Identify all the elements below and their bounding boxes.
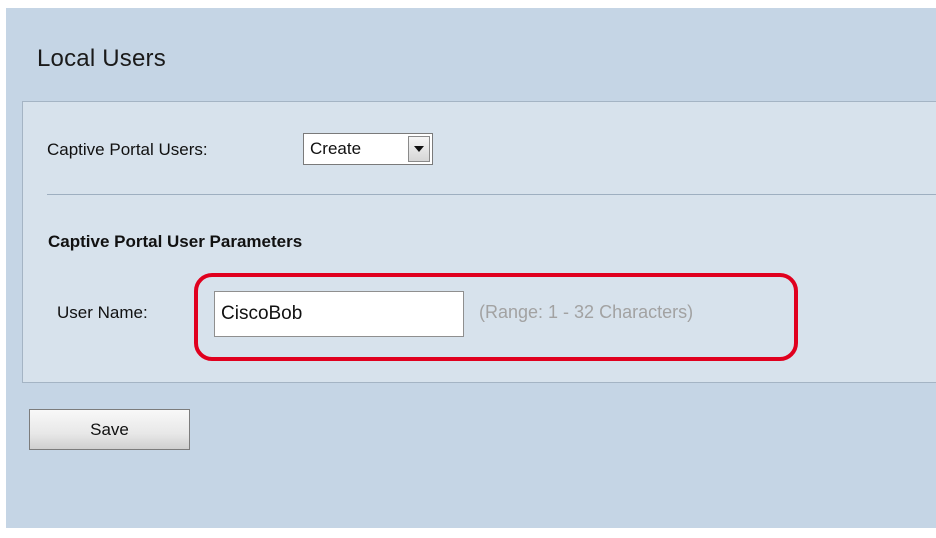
- content-area: Local Users Captive Portal Users: Create…: [6, 8, 936, 528]
- captive-portal-users-select[interactable]: Create: [303, 133, 433, 165]
- captive-portal-users-label: Captive Portal Users:: [47, 140, 208, 159]
- save-button[interactable]: Save: [29, 409, 190, 450]
- user-name-input[interactable]: [214, 291, 464, 337]
- parameters-heading: Captive Portal User Parameters: [48, 232, 303, 251]
- range-hint: (Range: 1 - 32 Characters): [479, 302, 694, 322]
- settings-panel: Captive Portal Users: Create Captive Por…: [22, 101, 936, 383]
- page-title: Local Users: [37, 45, 166, 72]
- section-divider: [47, 194, 936, 195]
- captive-portal-users-selected-value: Create: [310, 139, 362, 158]
- user-name-label: User Name:: [57, 303, 148, 322]
- chevron-down-icon[interactable]: [408, 136, 430, 162]
